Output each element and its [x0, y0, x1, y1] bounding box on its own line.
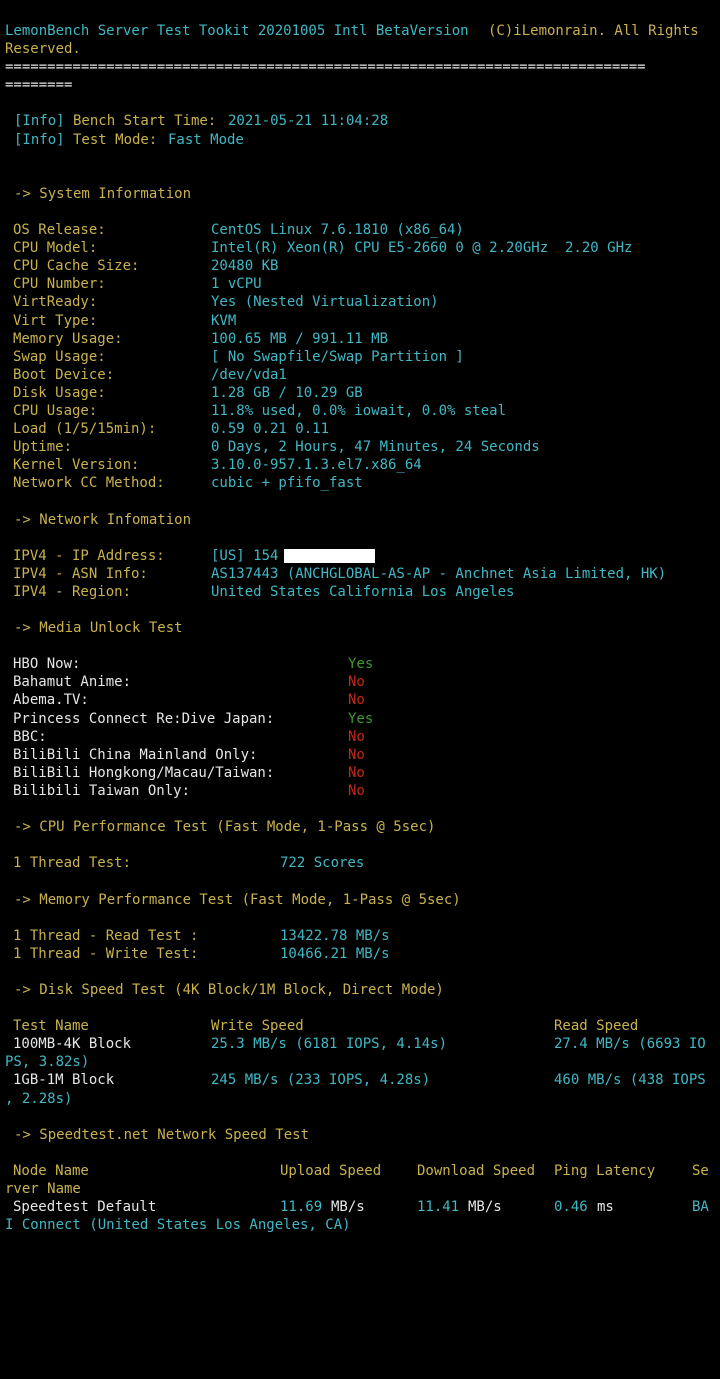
- table-row: 1GB-1M Block 245 MB/s (233 IOPS, 4.28s) …: [13, 1072, 706, 1089]
- speedtest-table: Node Name Upload Speed Download Speed Pi…: [0, 1162, 720, 1234]
- separator: ========: [5, 77, 73, 94]
- header-line: LemonBench Server Test Tookit 20201005 I…: [0, 22, 720, 40]
- info-start-line: [Info] Bench Start Time: 2021-05-21 11:0…: [0, 112, 720, 130]
- list-item: Memory Usage: 100.65 MB / 991.11 MB: [13, 330, 389, 347]
- redacted-ip-block: [284, 548, 375, 563]
- info-tag: [Info]: [14, 131, 65, 148]
- list-item: BiliBili China Mainland Only: No: [13, 746, 365, 763]
- list-item: BiliBili Hongkong/Macau/Taiwan: No: [13, 764, 365, 781]
- section-heading-media: -> Media Unlock Test: [14, 620, 183, 637]
- table-row: Speedtest Default 11.69 MB/s 11.41 MB/s …: [13, 1199, 709, 1216]
- info-start-label: Bench Start Time:: [73, 113, 217, 130]
- list-item: Abema.TV: No: [13, 692, 365, 709]
- status-badge: No: [348, 782, 365, 799]
- list-item: OS Release: CentOS Linux 7.6.1810 (x86_64…: [13, 222, 464, 239]
- info-tag: [Info]: [14, 113, 65, 130]
- list-item: Swap Usage:[ No Swapfile/Swap Partition …: [13, 348, 464, 365]
- header-title: LemonBench Server Test Tookit 20201005 I…: [5, 23, 469, 39]
- table-header: Node Name Upload Speed Download Speed Pi…: [13, 1162, 709, 1179]
- header-copyright-wrap: Reserved.: [5, 41, 81, 58]
- list-item: CPU Number: 1 vCPU: [13, 276, 262, 293]
- list-item: Princess Connect Re:Dive Japan: Yes: [13, 710, 374, 727]
- list-item: CPU Usage: 11.8% used, 0.0% iowait, 0.0% …: [13, 402, 507, 419]
- system-info-list: OS Release: CentOS Linux 7.6.1810 (x86_64…: [0, 221, 720, 492]
- section-heading-system: -> System Information: [14, 185, 192, 202]
- list-item: HBO Now: Yes: [13, 656, 374, 673]
- status-badge: No: [348, 692, 365, 709]
- section-heading-cpu: -> CPU Performance Test (Fast Mode, 1-Pa…: [14, 819, 436, 836]
- list-item: Bahamut Anime: No: [13, 674, 365, 691]
- section-heading-disk: -> Disk Speed Test (4K Block/1M Block, D…: [14, 981, 444, 998]
- status-badge: Yes: [348, 656, 374, 673]
- section-heading-memory: -> Memory Performance Test (Fast Mode, 1…: [14, 891, 461, 908]
- status-badge: No: [348, 674, 365, 691]
- list-item: BBC: No: [13, 728, 365, 745]
- table-row: 100MB-4K Block 25.3 MB/s (6181 IOPS, 4.1…: [13, 1036, 706, 1053]
- info-mode-line: [Info] Test Mode: Fast Mode: [0, 131, 720, 149]
- list-item: VirtReady: Yes (Nested Virtualization): [13, 294, 439, 311]
- list-item: IPV4 - Region: United States California L…: [13, 583, 515, 600]
- terminal-window[interactable]: LemonBench Server Test Tookit 20201005 I…: [0, 0, 720, 1239]
- list-item: Virt Type: KVM: [13, 312, 237, 329]
- list-item: Kernel Version: 3.10.0-957.1.3.el7.x86_64: [13, 457, 422, 474]
- section-heading-speedtest: -> Speedtest.net Network Speed Test: [14, 1126, 310, 1143]
- list-item: CPU Model: Intel(R) Xeon(R) CPU E5-2660 0…: [13, 240, 633, 257]
- list-item: IPV4 - ASN Info: AS137443 (ANCHGLOBAL-AS-…: [13, 565, 667, 582]
- list-item: IPV4 - IP Address: [US] 154: [0, 547, 720, 565]
- status-badge: No: [348, 728, 365, 745]
- cpu-result-line: 1 Thread Test: 722 Scores: [13, 855, 365, 872]
- section-heading-network: -> Network Infomation: [14, 511, 192, 528]
- info-start-value: 2021-05-21 11:04:28: [228, 113, 389, 130]
- list-item: 1 Thread - Write Test: 10466.21 MB/s: [13, 945, 390, 962]
- list-item: Uptime: 0 Days, 2 Hours, 47 Minutes, 24 S…: [13, 439, 540, 456]
- status-badge: No: [348, 746, 365, 763]
- list-item: CPU Cache Size: 20480 KB: [13, 258, 279, 275]
- separator: ========================================…: [5, 59, 646, 76]
- list-item: Network CC Method: cubic + pfifo_fast: [13, 475, 363, 492]
- status-badge: Yes: [348, 710, 374, 727]
- list-item: Disk Usage: 1.28 GB / 10.29 GB: [13, 384, 363, 401]
- header-copyright: (C)iLemonrain. All Rights: [488, 23, 699, 39]
- list-item: Boot Device:/dev/vda1: [13, 366, 287, 383]
- list-item: 1 Thread - Read Test :13422.78 MB/s: [13, 927, 390, 944]
- disk-speed-table: Test Name Write Speed Read Speed 100MB-4…: [0, 1017, 720, 1107]
- status-badge: No: [348, 764, 365, 781]
- list-item: Bilibili Taiwan Only: No: [13, 782, 365, 799]
- media-unlock-list: HBO Now: Yes Bahamut Anime: No Abema.TV: No…: [0, 655, 720, 800]
- info-mode-value: Fast Mode: [168, 131, 244, 148]
- table-header: Test Name Write Speed Read Speed: [13, 1018, 639, 1035]
- memory-result-list: 1 Thread - Read Test :13422.78 MB/s 1 Th…: [0, 927, 720, 963]
- network-info-list: IPV4 - IP Address: [US] 154 IPV4 - ASN I…: [0, 547, 720, 601]
- info-mode-label: Test Mode:: [73, 131, 158, 148]
- list-item: Load (1/5/15min): 0.59 0.21 0.11: [13, 421, 330, 438]
